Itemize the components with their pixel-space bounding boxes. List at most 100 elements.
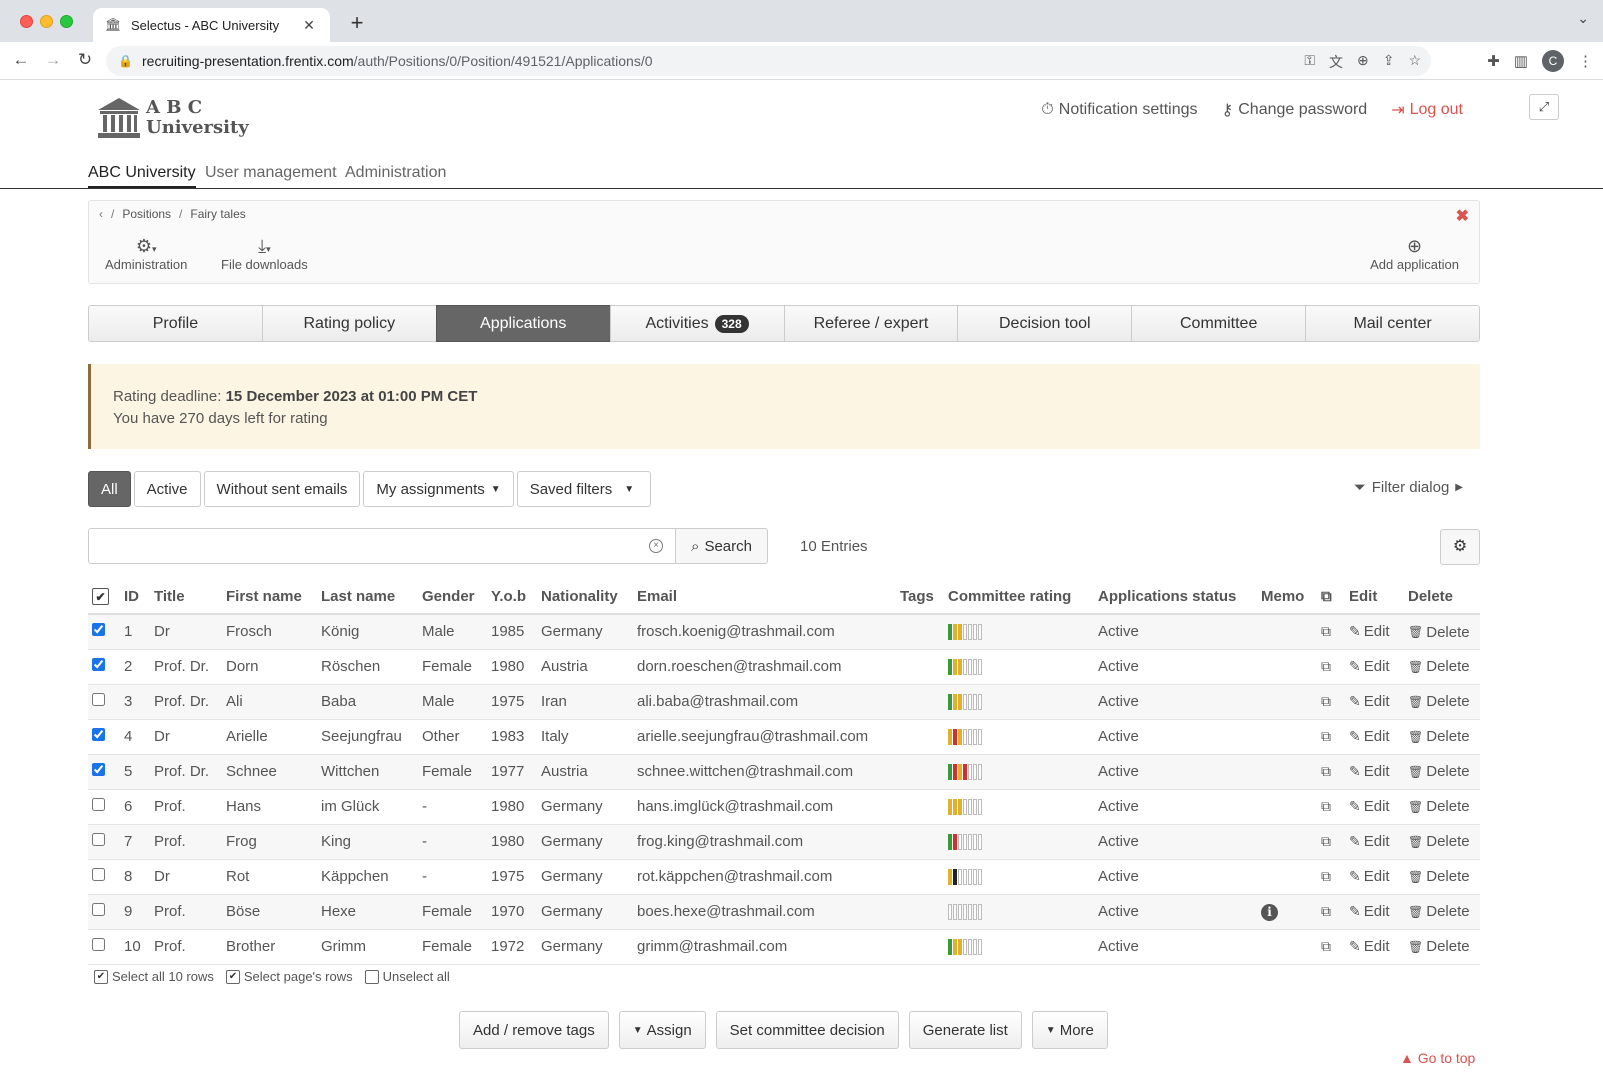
file-downloads-menu-button[interactable]: ⤓▾ File downloads	[221, 235, 308, 272]
breadcrumb-positions[interactable]: Positions	[122, 207, 171, 221]
edit-link[interactable]: ✎ Edit	[1349, 798, 1390, 815]
row-checkbox[interactable]	[92, 623, 105, 637]
table-settings-button[interactable]: ⚙	[1440, 529, 1480, 565]
col-nationality[interactable]: Nationality	[537, 580, 633, 615]
info-icon[interactable]: i	[1261, 903, 1278, 921]
table-row[interactable]: 9 Prof. Böse Hexe Female 1970 Germany boes.hexe…	[88, 894, 1480, 930]
edit-link[interactable]: ✎ Edit	[1349, 868, 1390, 885]
row-checkbox[interactable]	[92, 833, 105, 846]
key-icon[interactable]: ⚿	[1304, 52, 1315, 72]
delete-link[interactable]: 🗑 Delete	[1408, 903, 1470, 920]
delete-link[interactable]: 🗑 Delete	[1408, 938, 1470, 955]
new-tab-icon[interactable]: +	[345, 10, 369, 36]
fullscreen-expand-button[interactable]: ⤢	[1529, 94, 1559, 120]
table-row[interactable]: 6 Prof. Hans im Glück -1980 Germany hans.imglü…	[88, 789, 1480, 825]
extensions-icon[interactable]: ✚	[1487, 52, 1500, 70]
go-to-top-link[interactable]: ▲ Go to top	[1400, 1050, 1475, 1066]
clear-search-icon[interactable]: ×	[649, 539, 663, 553]
select-all-header-checkbox[interactable]: ✔	[88, 580, 120, 615]
notification-settings-link[interactable]: ⏱ Notification settings	[1041, 100, 1197, 120]
tab-rating-policy[interactable]: Rating policy	[261, 305, 437, 342]
col-committee-rating[interactable]: Committee rating	[944, 580, 1094, 615]
profile-avatar[interactable]: C	[1542, 50, 1564, 72]
delete-link[interactable]: 🗑 Delete	[1408, 658, 1470, 675]
row-checkbox[interactable]	[92, 903, 105, 916]
col-yob[interactable]: Y.o.b	[487, 580, 537, 615]
breadcrumb-back-icon[interactable]: ‹	[99, 207, 103, 221]
add-remove-tags-button[interactable]: Add / remove tags	[459, 1011, 609, 1049]
edit-link[interactable]: ✎ Edit	[1349, 623, 1390, 640]
tab-applications[interactable]: Applications	[435, 305, 611, 342]
external-link-icon[interactable]: ⧉	[1321, 868, 1331, 884]
external-link-icon[interactable]: ⧉	[1321, 903, 1331, 919]
nav-item-administration[interactable]: Administration	[345, 164, 446, 186]
col-email[interactable]: Email	[633, 580, 896, 615]
forward-arrow-icon[interactable]: →	[42, 50, 64, 70]
delete-link[interactable]: 🗑 Delete	[1408, 868, 1470, 885]
edit-link[interactable]: ✎ Edit	[1349, 693, 1390, 710]
search-button[interactable]: ⌕ Search	[676, 528, 768, 564]
university-logo[interactable]: A B C University	[96, 96, 249, 140]
external-link-icon[interactable]: ⧉	[1321, 693, 1331, 709]
tab-list-chevron-icon[interactable]: ⌄	[1577, 10, 1589, 27]
table-row[interactable]: 7 Prof. Frog King -1980 Germany frog.king@tras…	[88, 824, 1480, 860]
delete-link[interactable]: 🗑 Delete	[1408, 624, 1470, 641]
generate-list-button[interactable]: Generate list	[908, 1011, 1022, 1049]
external-link-icon[interactable]: ⧉	[1321, 728, 1331, 744]
browser-tab[interactable]: 🏛 Selectus - ABC University ✕	[93, 8, 330, 42]
external-link-icon[interactable]: ⧉	[1321, 798, 1331, 814]
more-button[interactable]: ▼ More	[1031, 1011, 1108, 1049]
tab-referee-expert[interactable]: Referee / expert	[783, 305, 959, 342]
col-last-name[interactable]: Last name	[317, 580, 418, 615]
reload-icon[interactable]: ↻	[74, 50, 96, 70]
edit-link[interactable]: ✎ Edit	[1349, 728, 1390, 745]
delete-link[interactable]: 🗑 Delete	[1408, 693, 1470, 710]
assign-button[interactable]: ▼ Assign	[618, 1011, 706, 1049]
select-page-rows-control[interactable]: ✔ Select page's rows	[225, 969, 353, 984]
row-checkbox[interactable]	[92, 763, 105, 776]
col-applications-status[interactable]: Applications status	[1094, 580, 1257, 615]
row-checkbox[interactable]	[92, 658, 105, 671]
table-row[interactable]: 8 Dr Rot Käppchen -1975 Germany rot.käppchen@t…	[88, 859, 1480, 895]
table-row[interactable]: 3 Prof. Dr. Ali Baba Male 1975 Iran ali.baba@tr…	[88, 684, 1480, 720]
table-row[interactable]: 4 Dr Arielle Seejungfrau Other 1983 Italy ariel…	[88, 719, 1480, 755]
search-input[interactable]	[89, 529, 675, 563]
tab-profile[interactable]: Profile	[88, 305, 263, 342]
logout-link[interactable]: ⇥ Log out	[1391, 100, 1463, 120]
edit-link[interactable]: ✎ Edit	[1349, 938, 1390, 955]
tab-mail-center[interactable]: Mail center	[1305, 305, 1480, 342]
translate-icon[interactable]: 文	[1329, 52, 1343, 72]
edit-link[interactable]: ✎ Edit	[1349, 763, 1390, 780]
tab-decision-tool[interactable]: Decision tool	[957, 305, 1133, 342]
row-checkbox[interactable]	[92, 938, 105, 951]
delete-link[interactable]: 🗑 Delete	[1408, 728, 1470, 745]
col-first-name[interactable]: First name	[222, 580, 317, 615]
delete-link[interactable]: 🗑 Delete	[1408, 763, 1470, 780]
set-committee-decision-button[interactable]: Set committee decision	[715, 1011, 899, 1049]
col-tags[interactable]: Tags	[896, 580, 944, 615]
window-close-button[interactable]	[20, 15, 33, 28]
filter-without-sent-emails-button[interactable]: Without sent emails	[203, 471, 361, 507]
table-row[interactable]: 10 Prof. Brother Grimm Female 1972 Germany grim…	[88, 929, 1480, 965]
address-bar[interactable]: 🔒 recruiting-presentation.frentix.com/au…	[106, 46, 1431, 76]
delete-link[interactable]: 🗑 Delete	[1408, 833, 1470, 850]
filter-all-button[interactable]: All	[88, 471, 131, 507]
nav-item-abc-university[interactable]: ABC University	[88, 164, 196, 188]
back-arrow-icon[interactable]: ←	[10, 50, 32, 70]
share-icon[interactable]: ⇪	[1383, 52, 1395, 72]
row-checkbox[interactable]	[92, 798, 105, 811]
edit-link[interactable]: ✎ Edit	[1349, 903, 1390, 920]
zoom-icon[interactable]: ⊕	[1357, 52, 1369, 72]
col-title[interactable]: Title	[150, 580, 222, 615]
add-application-button[interactable]: ⊕ Add application	[1370, 235, 1459, 272]
external-link-icon[interactable]: ⧉	[1321, 833, 1331, 849]
external-link-icon[interactable]: ⧉	[1321, 623, 1331, 639]
select-all-rows-control[interactable]: ✔ Select all 10 rows	[94, 969, 214, 984]
external-link-icon[interactable]: ⧉	[1321, 938, 1331, 954]
bookmark-star-icon[interactable]: ☆	[1408, 52, 1421, 72]
nav-item-user-management[interactable]: User management	[205, 164, 337, 186]
unselect-all-control[interactable]: Unselect all	[364, 969, 450, 984]
filter-active-button[interactable]: Active	[133, 471, 201, 507]
row-checkbox[interactable]	[92, 728, 105, 741]
close-icon[interactable]: ✖	[1456, 206, 1469, 226]
